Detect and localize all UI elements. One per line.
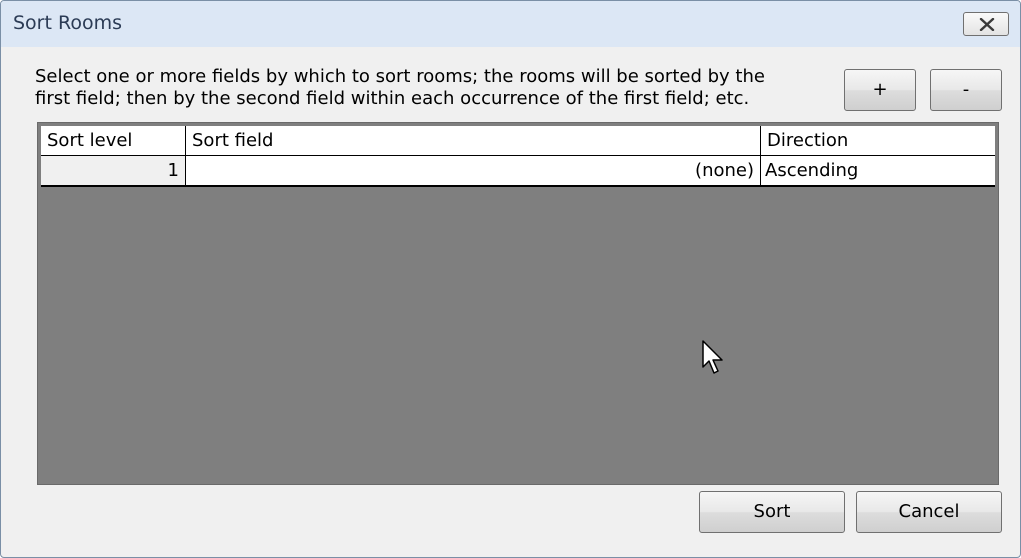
column-header-sort-field[interactable]: Sort field — [186, 126, 761, 155]
cancel-button[interactable]: Cancel — [856, 491, 1002, 533]
sort-levels-grid[interactable]: Sort level Sort field Direction 1 (none)… — [37, 122, 999, 485]
title-bar[interactable]: Sort Rooms — [1, 1, 1020, 47]
instructions-text: Select one or more fields by which to so… — [35, 66, 835, 110]
direction-cell[interactable]: Ascending — [761, 156, 995, 185]
sort-rooms-dialog: Sort Rooms Select one or more fields by … — [0, 0, 1021, 558]
instructions-line-2: first field; then by the second field wi… — [35, 88, 750, 109]
close-x-icon — [979, 18, 995, 31]
instructions-line-1: Select one or more fields by which to so… — [35, 66, 765, 87]
sort-level-cell: 1 — [41, 156, 186, 185]
sort-button[interactable]: Sort — [699, 491, 845, 533]
sort-field-cell[interactable]: (none) — [186, 156, 761, 185]
close-button[interactable] — [963, 12, 1009, 36]
remove-sort-level-button[interactable]: - — [930, 69, 1002, 111]
add-sort-level-button[interactable]: + — [844, 69, 916, 111]
mouse-pointer-icon — [702, 340, 723, 374]
grid-header: Sort level Sort field Direction — [41, 126, 995, 156]
column-header-direction[interactable]: Direction — [761, 126, 995, 155]
table-row[interactable]: 1 (none) Ascending — [41, 156, 995, 187]
window-title: Sort Rooms — [13, 12, 122, 34]
column-header-sort-level[interactable]: Sort level — [41, 126, 186, 155]
